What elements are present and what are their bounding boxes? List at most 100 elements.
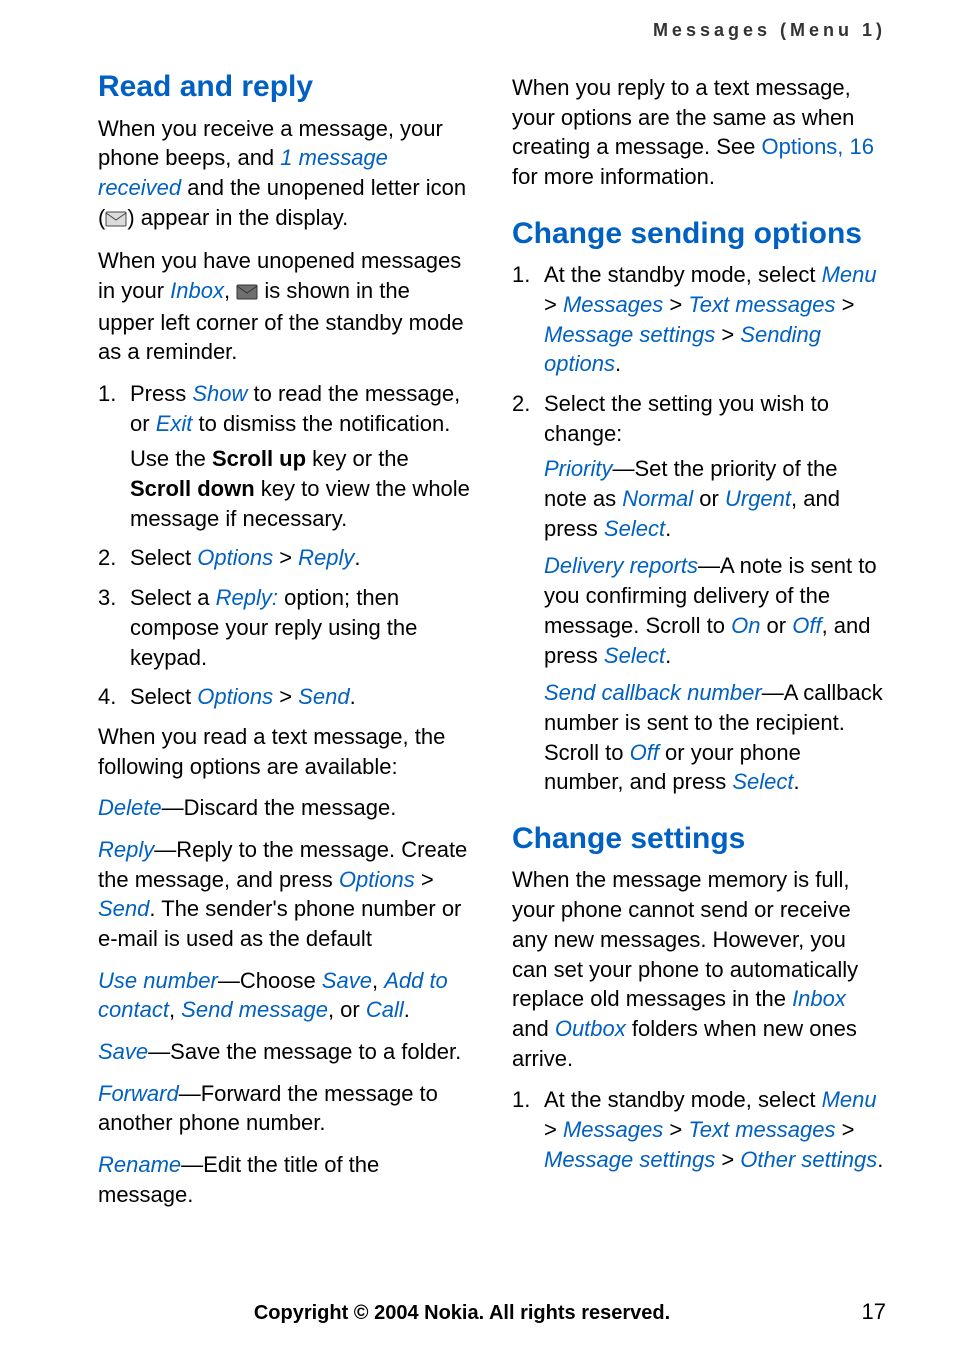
text: > (715, 322, 740, 347)
content-columns: Read and reply When you receive a messag… (98, 59, 886, 1222)
text: Select the setting you wish to change: (544, 391, 829, 446)
envelope-open-icon (105, 205, 127, 235)
ui-message-settings: Message settings (544, 322, 715, 347)
ui-text-messages: Text messages (688, 292, 835, 317)
ui-forward: Forward (98, 1081, 179, 1106)
heading-change-sending-options: Change sending options (512, 214, 886, 255)
ui-delivery-reports: Delivery reports (544, 553, 698, 578)
setting-send-callback-number: Send callback number—A callback number i… (544, 678, 886, 797)
text: —Discard the message. (162, 795, 397, 820)
text: . (665, 516, 671, 541)
text: —Choose (218, 968, 322, 993)
text: to dismiss the notification. (192, 411, 450, 436)
text: > (663, 292, 688, 317)
para-inbox-indicator: When you have unopened messages in your … (98, 246, 472, 367)
page-number: 17 (826, 1299, 886, 1325)
text: . (350, 684, 356, 709)
ui-inbox: Inbox (792, 986, 846, 1011)
heading-read-and-reply: Read and reply (98, 67, 472, 108)
ui-normal: Normal (622, 486, 693, 511)
ui-outbox: Outbox (555, 1016, 626, 1041)
text: , (372, 968, 384, 993)
text: . (615, 351, 621, 376)
steps-read-reply: Press Show to read the message, or Exit … (98, 379, 472, 712)
text: Use the (130, 446, 212, 471)
opt-use-number: Use number—Choose Save, Add to contact, … (98, 966, 472, 1025)
ui-send-callback-number: Send callback number (544, 680, 762, 705)
link-options-16[interactable]: Options, 16 (761, 134, 874, 159)
step-1: Press Show to read the message, or Exit … (98, 379, 472, 533)
para-reply-options: When you reply to a text message, your o… (512, 73, 886, 192)
text: > (273, 545, 298, 570)
text: > (835, 292, 854, 317)
ui-options: Options (197, 684, 273, 709)
text: or (693, 486, 725, 511)
cs-step-2: Select the setting you wish to change: P… (512, 389, 886, 797)
text: At the standby mode, select (544, 1087, 822, 1112)
copyright-text: Copyright © 2004 Nokia. All rights reser… (98, 1302, 826, 1325)
text: > (835, 1117, 854, 1142)
text: > (715, 1147, 740, 1172)
key-scroll-down: Scroll down (130, 476, 255, 501)
opt-forward: Forward—Forward the message to another p… (98, 1079, 472, 1138)
text: Select a (130, 585, 216, 610)
ui-options: Options (339, 867, 415, 892)
cs-step-1: At the standby mode, select Menu > Messa… (512, 260, 886, 379)
text: > (663, 1117, 688, 1142)
text: , or (328, 997, 366, 1022)
ui-select: Select (604, 643, 665, 668)
ui-rename: Rename (98, 1152, 181, 1177)
opt-delete: Delete—Discard the message. (98, 793, 472, 823)
text: Select (130, 684, 197, 709)
ui-menu: Menu (822, 1087, 877, 1112)
text: > (273, 684, 298, 709)
text: . (404, 997, 410, 1022)
text: , (169, 997, 181, 1022)
text: Press (130, 381, 192, 406)
text: —Save the message to a folder. (148, 1039, 461, 1064)
text: for more information. (512, 164, 715, 189)
para-receive: When you receive a message, your phone b… (98, 114, 472, 235)
ui-messages: Messages (563, 292, 663, 317)
setting-delivery-reports: Delivery reports—A note is sent to you c… (544, 551, 886, 670)
ui-other-settings: Other settings (740, 1147, 877, 1172)
ui-send: Send (98, 896, 149, 921)
opt-rename: Rename—Edit the title of the message. (98, 1150, 472, 1209)
ui-send: Send (298, 684, 349, 709)
left-column: Read and reply When you receive a messag… (98, 59, 472, 1222)
envelope-closed-icon (236, 278, 258, 308)
step-4: Select Options > Send. (98, 682, 472, 712)
ui-delete: Delete (98, 795, 162, 820)
text: , (224, 278, 236, 303)
text: . (794, 769, 800, 794)
setting-priority: Priority—Set the priority of the note as… (544, 454, 886, 543)
ui-text-messages: Text messages (688, 1117, 835, 1142)
steps-change-settings: At the standby mode, select Menu > Messa… (512, 1085, 886, 1174)
step-2: Select Options > Reply. (98, 543, 472, 573)
text: or (760, 613, 792, 638)
text: ) appear in the display. (127, 205, 348, 230)
text: key or the (306, 446, 409, 471)
ui-urgent: Urgent (725, 486, 791, 511)
ui-call: Call (366, 997, 404, 1022)
heading-change-settings: Change settings (512, 819, 886, 860)
text: > (415, 867, 434, 892)
page-footer: Copyright © 2004 Nokia. All rights reser… (0, 1299, 954, 1325)
text: > (544, 1117, 563, 1142)
ui-send-message: Send message (181, 997, 328, 1022)
running-head: Messages (Menu 1) (98, 20, 886, 41)
step-3: Select a Reply: option; then compose you… (98, 583, 472, 672)
text: Select (130, 545, 197, 570)
ui-select: Select (732, 769, 793, 794)
opt-reply: Reply—Reply to the message. Create the m… (98, 835, 472, 954)
ui-save: Save (322, 968, 372, 993)
ui-priority: Priority (544, 456, 612, 481)
text: . The sender's phone number or e-mail is… (98, 896, 461, 951)
ui-show: Show (192, 381, 247, 406)
ui-select: Select (604, 516, 665, 541)
ui-reply-colon: Reply: (216, 585, 278, 610)
ui-off: Off (630, 740, 659, 765)
para-options-intro: When you read a text message, the follow… (98, 722, 472, 781)
ui-exit: Exit (156, 411, 193, 436)
step-1-sub: Use the Scroll up key or the Scroll down… (130, 444, 472, 533)
